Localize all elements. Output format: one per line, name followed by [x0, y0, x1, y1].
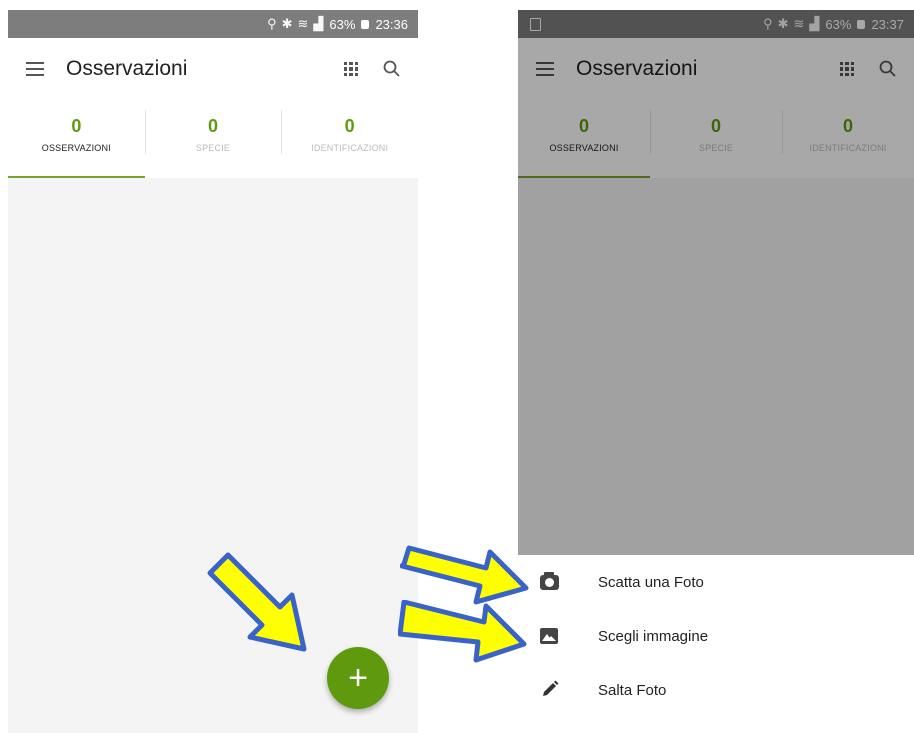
camera-icon [540, 571, 562, 593]
image-icon [540, 625, 562, 647]
take-photo-option[interactable]: Scatta una Foto [518, 555, 914, 609]
signal-icon: ▟ [313, 16, 324, 31]
app-bar: Osservazioni [8, 38, 418, 100]
search-icon[interactable] [382, 59, 402, 79]
option-label: Salta Foto [598, 681, 667, 699]
option-label: Scegli immagine [598, 627, 709, 645]
tab-bar: 0 OSSERVAZIONI 0 SPECIE 0 IDENTIFICAZION… [8, 100, 418, 179]
tab-identificazioni[interactable]: 0 IDENTIFICAZIONI [281, 100, 418, 178]
bluetooth-icon: ✱ [281, 16, 293, 31]
tab-count: 0 [208, 116, 219, 136]
wifi-icon: ≋ [297, 16, 309, 31]
grid-view-icon[interactable] [344, 62, 358, 76]
battery-icon [361, 19, 370, 29]
photo-options-sheet: Scatta una Foto Scegli immagine Salta Fo… [518, 555, 914, 733]
location-icon: ⚲ [267, 16, 277, 31]
tab-osservazioni[interactable]: 0 OSSERVAZIONI [8, 100, 145, 179]
status-bar: ⚲ ✱ ≋ ▟ 63% 23:36 [8, 10, 418, 38]
tab-label: IDENTIFICAZIONI [311, 143, 389, 153]
tab-label: SPECIE [195, 143, 231, 153]
choose-image-option[interactable]: Scegli immagine [518, 609, 914, 663]
status-time: 23:36 [375, 16, 408, 32]
add-observation-button[interactable]: + [327, 647, 389, 709]
tab-count: 0 [344, 116, 355, 136]
annotation-arrow-to-gallery [398, 600, 527, 663]
battery-percent: 63% [329, 16, 356, 32]
menu-icon[interactable] [26, 62, 44, 76]
pencil-icon [540, 679, 562, 701]
skip-photo-option[interactable]: Salta Foto [518, 663, 914, 717]
phone-screen-right: ⚲ ✱ ≋ ▟ 63% 23:37 Osservazioni 0 OSSERVA… [518, 10, 914, 733]
tab-count: 0 [71, 116, 82, 136]
tab-label: OSSERVAZIONI [41, 143, 111, 153]
page-title: Osservazioni [66, 57, 188, 80]
annotation-arrow-to-fab [207, 552, 307, 652]
dim-overlay[interactable] [518, 10, 914, 555]
status-icons: ⚲ ✱ ≋ ▟ [267, 16, 323, 32]
tab-specie[interactable]: 0 SPECIE [144, 100, 282, 178]
option-label: Scatta una Foto [598, 573, 704, 591]
